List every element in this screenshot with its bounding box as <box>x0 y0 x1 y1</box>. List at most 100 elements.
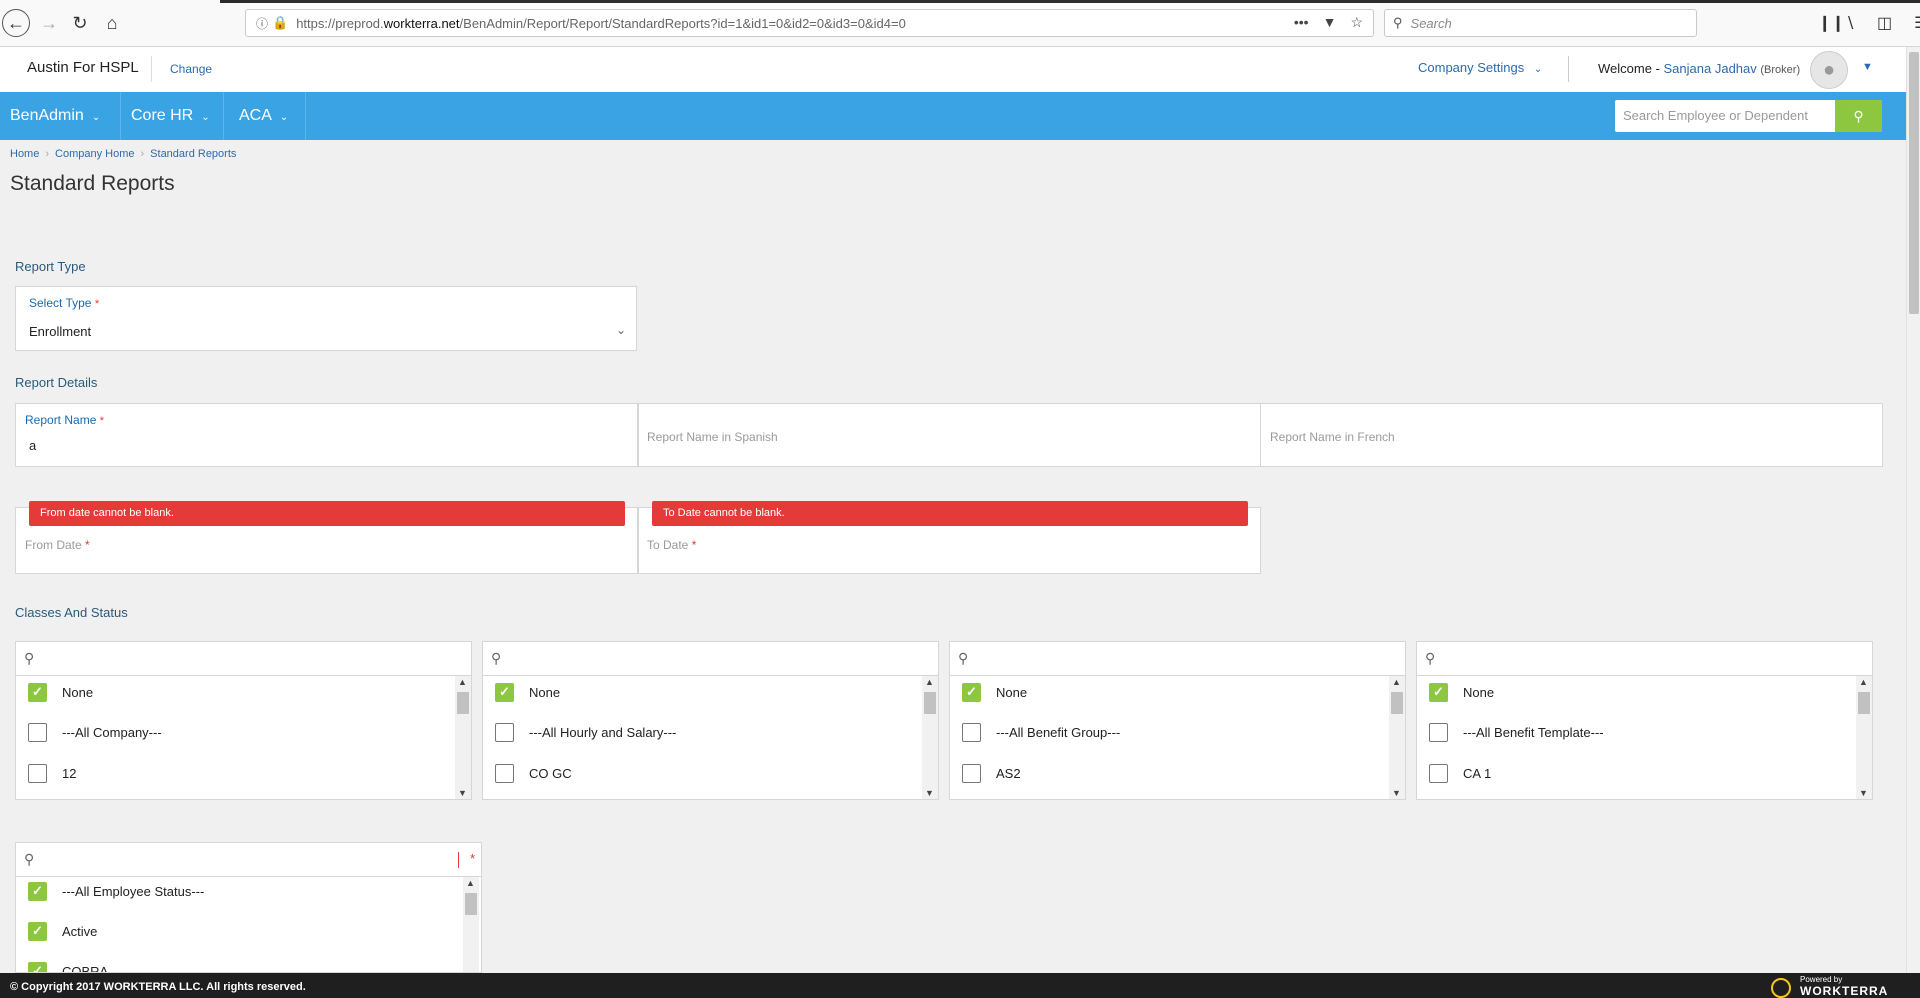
browser-search-input[interactable]: ⚲ Search <box>1384 9 1697 37</box>
scroll-up-icon[interactable]: ▲ <box>466 878 475 888</box>
user-icon: ● <box>1822 58 1836 81</box>
checkbox[interactable]: ✓ <box>28 682 47 702</box>
list-item[interactable]: ---All Hourly and Salary--- <box>495 721 676 743</box>
scroll-down-icon[interactable]: ▼ <box>1859 788 1868 798</box>
list-search-input[interactable]: ⚲ <box>16 642 471 676</box>
checkbox[interactable] <box>495 722 514 742</box>
list-item[interactable]: 12 <box>28 762 76 784</box>
checkbox[interactable] <box>28 722 47 742</box>
avatar[interactable]: ● <box>1810 51 1848 89</box>
report-details-heading: Report Details <box>15 375 98 390</box>
list-item[interactable]: AS2 <box>962 762 1021 784</box>
list-item[interactable]: ✓ Active <box>28 920 97 942</box>
breadcrumb-standard-reports[interactable]: Standard Reports <box>150 148 236 160</box>
chevron-down-icon: ⌄ <box>616 323 627 337</box>
company-settings-label: Company Settings <box>1418 60 1525 75</box>
checkbox[interactable] <box>1429 722 1448 742</box>
list-item[interactable]: ✓ None <box>28 681 93 703</box>
url-path: /BenAdmin/Report/Report/StandardReports?… <box>459 15 906 31</box>
checkbox[interactable] <box>28 763 47 783</box>
checkbox[interactable] <box>495 763 514 783</box>
report-name-field[interactable]: Report Name * a <box>15 403 638 467</box>
bookmark-star-icon[interactable]: ☆ <box>1350 14 1363 31</box>
scroll-down-icon[interactable]: ▼ <box>925 788 934 798</box>
list-item[interactable]: ✓ None <box>962 681 1027 703</box>
browser-search-placeholder: Search <box>1410 15 1452 31</box>
more-icon[interactable]: ••• <box>1294 14 1309 31</box>
select-type-dropdown[interactable]: Select Type * Enrollment ⌄ <box>15 286 637 351</box>
scroll-down-icon[interactable]: ▼ <box>458 788 467 798</box>
report-name-spanish-field[interactable]: Report Name in Spanish <box>638 403 1261 467</box>
list-item[interactable]: CO GC <box>495 762 572 784</box>
list-scrollbar-thumb[interactable] <box>924 692 936 714</box>
header-divider <box>1568 56 1569 82</box>
list-scrollbar-thumb[interactable] <box>465 893 477 915</box>
library-icon[interactable]: ❙❙∖ <box>1818 13 1855 33</box>
list-item[interactable]: ✓ None <box>495 681 560 703</box>
scroll-up-icon[interactable]: ▲ <box>925 677 934 687</box>
employee-search-button[interactable]: ⚲ <box>1835 100 1882 132</box>
checkbox[interactable]: ✓ <box>962 682 981 702</box>
list-scrollbar-thumb[interactable] <box>1391 692 1403 714</box>
list-item[interactable]: ✓ COBRA <box>28 960 108 972</box>
list-search-input[interactable]: ⚲ <box>1417 642 1872 676</box>
pocket-icon[interactable]: ▼ <box>1323 14 1337 31</box>
forward-icon[interactable]: → <box>36 10 62 36</box>
checkbox[interactable] <box>962 722 981 742</box>
change-company-link[interactable]: Change <box>151 56 212 82</box>
url-bar[interactable]: ⓘ 🔒 https://preprod. workterra.net /BenA… <box>245 9 1374 37</box>
breadcrumb-home[interactable]: Home <box>10 148 39 160</box>
page-scrollbar-thumb[interactable] <box>1909 52 1919 314</box>
checkbox[interactable]: ✓ <box>28 881 47 901</box>
list-scrollbar-thumb[interactable] <box>1858 692 1870 714</box>
checkbox[interactable]: ✓ <box>1429 682 1448 702</box>
list-scrollbar[interactable]: ▲ ▼ <box>1856 676 1872 799</box>
nav-item-aca[interactable]: ACA ⌄ <box>229 92 305 140</box>
checkbox[interactable]: ✓ <box>28 961 47 972</box>
employee-search-input[interactable]: Search Employee or Dependent <box>1615 100 1835 132</box>
user-name[interactable]: Sanjana Jadhav <box>1664 61 1757 76</box>
list-scrollbar-thumb[interactable] <box>457 692 469 714</box>
list-search-input[interactable]: ⚲ <box>950 642 1405 676</box>
list-item[interactable]: ✓ ---All Employee Status--- <box>28 880 204 902</box>
checkbox[interactable]: ✓ <box>495 682 514 702</box>
employee-status-list: ⚲ * ✓ ---All Employee Status--- ✓ Active ✓… <box>15 842 482 973</box>
back-icon[interactable]: ← <box>2 9 30 37</box>
list-item[interactable]: ✓ None <box>1429 681 1494 703</box>
list-scrollbar[interactable]: ▲ ▼ <box>455 676 471 799</box>
caret-down-icon[interactable]: ▼ <box>1862 61 1873 73</box>
list-item[interactable]: ---All Benefit Group--- <box>962 721 1120 743</box>
main-nav: BenAdmin ⌄ Core HR ⌄ ACA ⌄ Search Employee … <box>0 92 1906 140</box>
nav-item-benadmin[interactable]: BenAdmin ⌄ <box>0 92 120 140</box>
list-item[interactable]: ---All Company--- <box>28 721 162 743</box>
reload-icon[interactable]: ↻ <box>67 10 93 36</box>
list-search-input[interactable]: ⚲ * <box>16 843 481 877</box>
list-scrollbar[interactable]: ▲ <box>463 877 479 972</box>
breadcrumb-company-home[interactable]: Company Home <box>55 148 134 160</box>
home-icon[interactable]: ⌂ <box>99 10 125 36</box>
scroll-down-icon[interactable]: ▼ <box>1392 788 1401 798</box>
list-search-input[interactable]: ⚲ <box>483 642 938 676</box>
list-scrollbar[interactable]: ▲ ▼ <box>1389 676 1405 799</box>
required-mark: * <box>469 851 475 866</box>
powered-by-brand: WORKTERRA <box>1800 984 1889 998</box>
list-item[interactable]: CA 1 <box>1429 762 1491 784</box>
report-name-french-field[interactable]: Report Name in French <box>1260 403 1883 467</box>
company-settings-menu[interactable]: Company Settings ⌄ <box>1418 60 1542 75</box>
page-scrollbar[interactable] <box>1906 47 1920 973</box>
menu-icon[interactable]: ☰ <box>1914 13 1920 33</box>
list-scrollbar[interactable]: ▲ ▼ <box>922 676 938 799</box>
scroll-up-icon[interactable]: ▲ <box>1859 677 1868 687</box>
sidebar-icon[interactable]: ◫ <box>1877 13 1892 33</box>
list-item-label: None <box>1463 684 1495 700</box>
list-item[interactable]: ---All Benefit Template--- <box>1429 721 1604 743</box>
scroll-up-icon[interactable]: ▲ <box>1392 677 1401 687</box>
info-icon[interactable]: ⓘ <box>256 15 268 32</box>
checkbox[interactable] <box>962 763 981 783</box>
scroll-up-icon[interactable]: ▲ <box>458 677 467 687</box>
checkbox[interactable]: ✓ <box>28 921 47 941</box>
nav-item-core-hr[interactable]: Core HR ⌄ <box>121 92 223 140</box>
search-icon: ⚲ <box>1393 15 1403 30</box>
checkbox[interactable] <box>1429 763 1448 783</box>
welcome-label: Welcome - <box>1598 61 1660 76</box>
